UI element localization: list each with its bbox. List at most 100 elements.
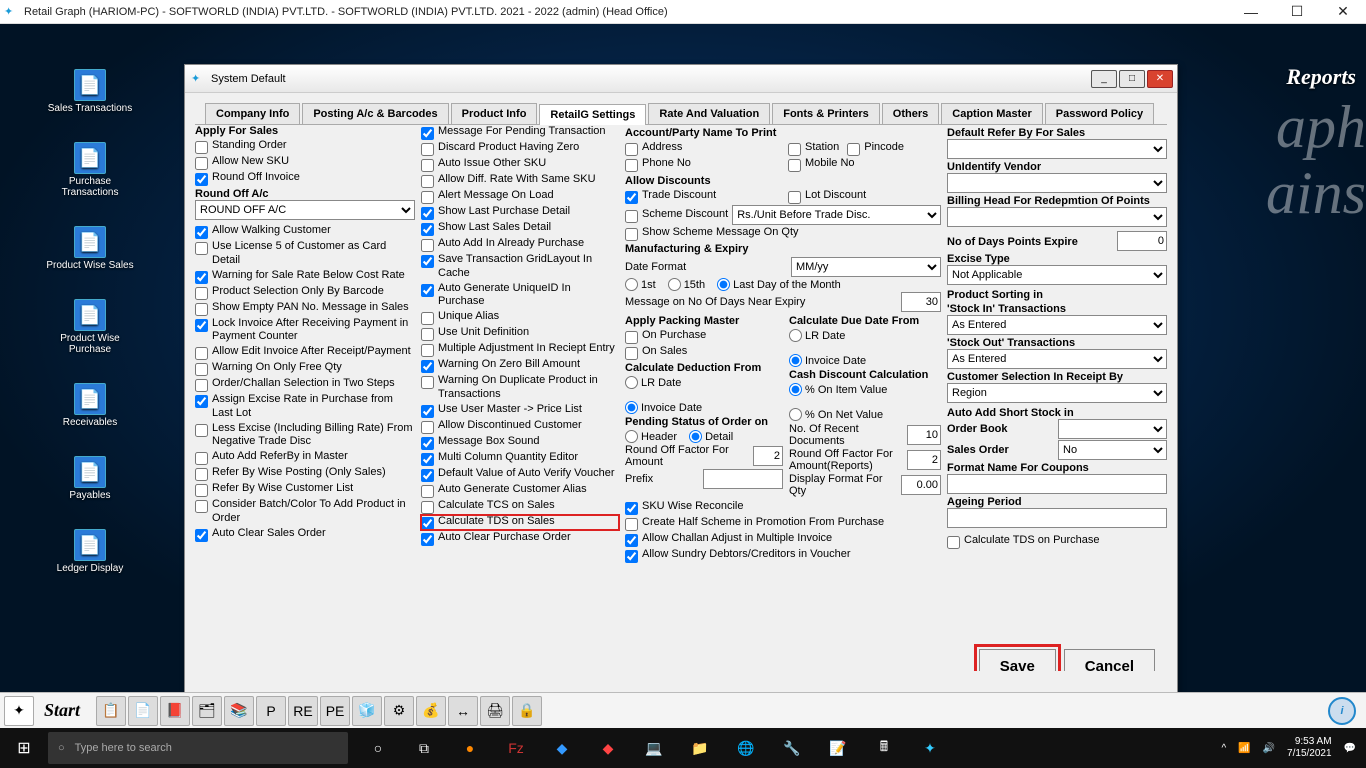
lot-discount-checkbox[interactable] (788, 191, 801, 204)
tab-rate-and-valuation[interactable]: Rate And Valuation (648, 103, 770, 124)
stockout-select[interactable]: As Entered (947, 349, 1167, 369)
calculate-tcs-on-sales-checkbox[interactable] (421, 501, 434, 514)
taskbar-app-10[interactable]: 🖩 (862, 728, 906, 768)
consider-batch-color-to-add-product-in-order-checkbox[interactable] (195, 500, 208, 513)
pincode-checkbox[interactable] (847, 143, 860, 156)
launcher-icon-6[interactable]: P (256, 696, 286, 726)
referby-select[interactable] (947, 139, 1167, 159)
due-lr-radio[interactable]: LR Date (789, 329, 941, 342)
use-license-of-customer-as-card-detail-checkbox[interactable] (195, 242, 208, 255)
close-button[interactable]: ✕ (1320, 0, 1366, 24)
tab-caption-master[interactable]: Caption Master (941, 103, 1042, 124)
alert-message-on-load-checkbox[interactable] (421, 191, 434, 204)
display-fmt-qty-input[interactable] (901, 475, 941, 495)
taskbar-taskview-icon[interactable]: ⧉ (402, 728, 446, 768)
tab-fonts-printers[interactable]: Fonts & Printers (772, 103, 880, 124)
minimize-button[interactable]: — (1228, 0, 1274, 24)
multiple-adjustment-in-reciept-entry-checkbox[interactable] (421, 344, 434, 357)
taskbar-app-11[interactable]: ✦ (908, 728, 952, 768)
cash-net-radio[interactable]: % On Net Value (789, 408, 941, 421)
dialog-close-button[interactable]: ✕ (1147, 70, 1173, 88)
ageing-input[interactable] (947, 508, 1167, 528)
taskbar-app-2[interactable]: Fz (494, 728, 538, 768)
refer-by-wise-customer-list-checkbox[interactable] (195, 484, 208, 497)
unidentify-vendor-select[interactable] (947, 173, 1167, 193)
rof-reports-input[interactable] (907, 450, 941, 470)
tds-purchase-checkbox[interactable] (947, 536, 960, 549)
desk-receivables[interactable]: 📄Receivables (63, 383, 117, 428)
cancel-button[interactable]: Cancel (1064, 649, 1155, 671)
launcher-icon-8[interactable]: PE (320, 696, 350, 726)
launcher-icon-12[interactable]: ↔ (448, 696, 478, 726)
launcher-start-button[interactable]: Start (36, 700, 88, 721)
tray-chevron-icon[interactable]: ^ (1221, 743, 1226, 754)
phone-checkbox[interactable] (625, 159, 638, 172)
auto-clear-purchase-order-checkbox[interactable] (421, 533, 434, 546)
taskbar-app-8[interactable]: 🔧 (770, 728, 814, 768)
dialog-maximize-button[interactable]: □ (1119, 70, 1145, 88)
product-selection-only-by-barcode-checkbox[interactable] (195, 287, 208, 300)
message-for-pending-transaction-checkbox[interactable] (421, 127, 434, 140)
prefix-input[interactable] (703, 469, 783, 489)
launcher-icon-13[interactable]: 🖨 (480, 696, 510, 726)
desk-ledger-display[interactable]: 📄Ledger Display (57, 529, 124, 574)
dialog-minimize-button[interactable]: _ (1091, 70, 1117, 88)
round-off-ac-select[interactable]: ROUND OFF A/C (195, 200, 415, 220)
auto-add-referby-in-master-checkbox[interactable] (195, 452, 208, 465)
taskbar-search[interactable]: ○ Type here to search (48, 732, 348, 764)
standing-order-checkbox[interactable] (195, 141, 208, 154)
coupons-input[interactable] (947, 474, 1167, 494)
taskbar-app-6[interactable]: 📁 (678, 728, 722, 768)
tab-posting-a-c-barcodes[interactable]: Posting A/c & Barcodes (302, 103, 448, 124)
salesorder-select[interactable]: No (1058, 440, 1167, 460)
assign-excise-rate-in-purchase-from-last-lot-checkbox[interactable] (195, 395, 208, 408)
deduct-inv-radio[interactable]: Invoice Date (625, 401, 783, 414)
deduct-lr-radio[interactable]: LR Date (625, 376, 783, 389)
launcher-icon-3[interactable]: 📕 (160, 696, 190, 726)
taskbar-app-1[interactable]: ● (448, 728, 492, 768)
taskbar-app-5[interactable]: 💻 (632, 728, 676, 768)
launcher-icon-7[interactable]: RE (288, 696, 318, 726)
tray-notifications-icon[interactable]: 💬 (1344, 743, 1356, 754)
show-scheme-msg-checkbox[interactable] (625, 228, 638, 241)
pending-header-radio[interactable]: Header (625, 430, 677, 443)
on-purchase-checkbox[interactable] (625, 331, 638, 344)
auto-generate-customer-alias-checkbox[interactable] (421, 485, 434, 498)
launcher-icon-1[interactable]: 📋 (96, 696, 126, 726)
show-empty-pan-no-message-in-sales-checkbox[interactable] (195, 303, 208, 316)
cash-item-radio[interactable]: % On Item Value (789, 383, 941, 396)
show-last-sales-detail-checkbox[interactable] (421, 223, 434, 236)
less-excise-including-billing-rate-from-negative-trade-disc-checkbox[interactable] (195, 424, 208, 437)
tab-company-info[interactable]: Company Info (205, 103, 300, 124)
create-half-scheme-in-promotion-from-purchase-checkbox[interactable] (625, 518, 638, 531)
auto-generate-uniqueid-in-purchase-checkbox[interactable] (421, 284, 434, 297)
message-box-sound-checkbox[interactable] (421, 437, 434, 450)
allow-sundry-debtors-creditors-in-voucher-checkbox[interactable] (625, 550, 638, 563)
scheme-discount-checkbox[interactable] (625, 210, 638, 223)
taskbar-app-9[interactable]: 📝 (816, 728, 860, 768)
save-transaction-gridlayout-in-cache-checkbox[interactable] (421, 255, 434, 268)
desk-product-wise-purchase[interactable]: 📄Product Wise Purchase (40, 299, 140, 355)
launcher-icon-10[interactable]: ⚙ (384, 696, 414, 726)
date-15th-radio[interactable]: 15th (668, 278, 705, 291)
scheme-discount-select[interactable]: Rs./Unit Before Trade Disc. (732, 205, 941, 225)
msg-days-expiry-input[interactable] (901, 292, 941, 312)
windows-start-button[interactable]: ⊞ (0, 728, 48, 768)
warning-on-zero-bill-amount-checkbox[interactable] (421, 360, 434, 373)
date-last-radio[interactable]: Last Day of the Month (717, 278, 841, 291)
days-expire-input[interactable] (1117, 231, 1167, 251)
tab-retailg-settings[interactable]: RetailG Settings (539, 104, 646, 125)
desk-sales-transactions[interactable]: 📄Sales Transactions (48, 69, 133, 114)
excise-type-select[interactable]: Not Applicable (947, 265, 1167, 285)
allow-new-sku-checkbox[interactable] (195, 157, 208, 170)
allow-walking-customer-checkbox[interactable] (195, 226, 208, 239)
taskbar-app-3[interactable]: ◆ (540, 728, 584, 768)
date-format-select[interactable]: MM/yy (791, 257, 941, 277)
launcher-icon-5[interactable]: 📚 (224, 696, 254, 726)
maximize-button[interactable]: ☐ (1274, 0, 1320, 24)
sku-wise-reconcile-checkbox[interactable] (625, 502, 638, 515)
calculate-tds-on-sales-checkbox[interactable] (421, 517, 434, 530)
discard-product-having-zero-checkbox[interactable] (421, 143, 434, 156)
warning-for-sale-rate-below-cost-rate-checkbox[interactable] (195, 271, 208, 284)
allow-diff-rate-with-same-sku-checkbox[interactable] (421, 175, 434, 188)
